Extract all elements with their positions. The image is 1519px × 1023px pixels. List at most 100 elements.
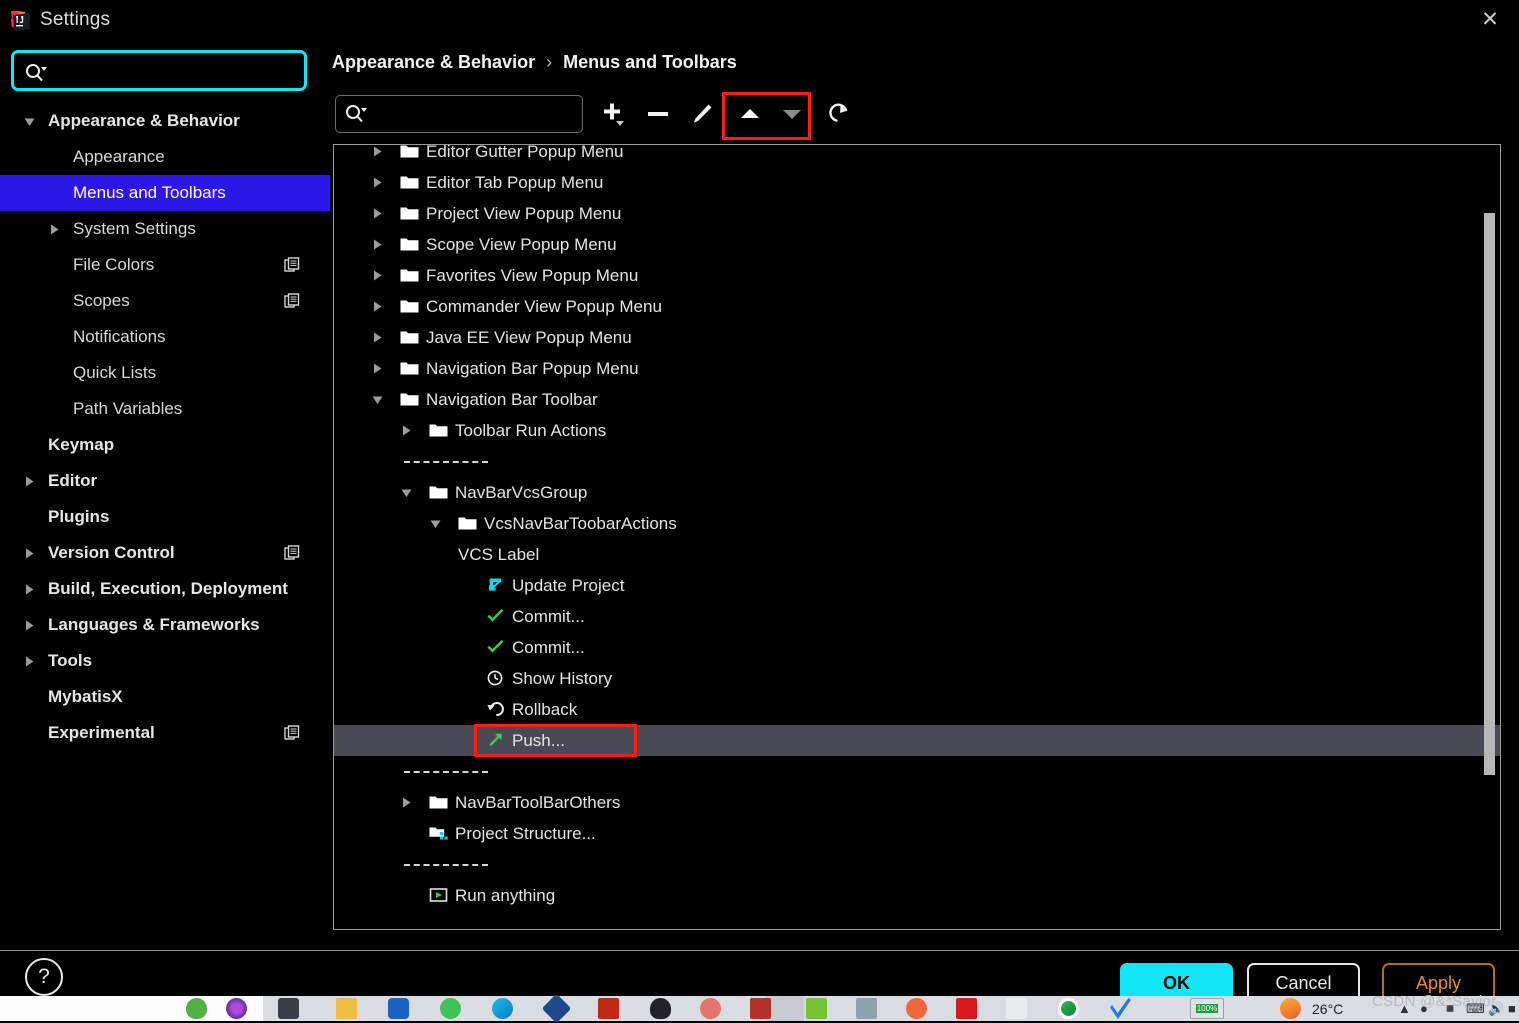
taskbar-icon-app7[interactable] bbox=[856, 998, 877, 1019]
chevron-right-icon[interactable] bbox=[371, 269, 384, 282]
chevron-right-icon[interactable] bbox=[371, 145, 384, 158]
taskbar-icon-file-explorer[interactable] bbox=[336, 998, 357, 1019]
sidebar-item-version-control[interactable]: Version Control bbox=[0, 535, 330, 571]
toolbar-search-input[interactable] bbox=[374, 100, 574, 128]
chevron-right-icon[interactable] bbox=[47, 222, 61, 236]
chevron-down-icon[interactable] bbox=[22, 114, 36, 128]
tree-row[interactable]: Show History bbox=[334, 663, 1500, 694]
move-up-button[interactable] bbox=[728, 92, 772, 136]
remove-button[interactable] bbox=[636, 92, 680, 136]
tree-row[interactable]: Commander View Popup Menu bbox=[334, 291, 1500, 322]
chevron-down-icon[interactable] bbox=[429, 517, 442, 530]
taskbar-icon-app4[interactable] bbox=[650, 998, 671, 1019]
tree-row[interactable]: VcsNavBarToobarActions bbox=[334, 508, 1500, 539]
taskbar-icon-app5[interactable] bbox=[700, 998, 721, 1019]
sidebar-item-keymap[interactable]: Keymap bbox=[0, 427, 330, 463]
tray-keyboard-icon[interactable]: ⌨ bbox=[1466, 1001, 1485, 1017]
sidebar-item-scopes[interactable]: Scopes bbox=[0, 283, 330, 319]
chevron-right-icon[interactable] bbox=[371, 207, 384, 220]
taskbar-icon-weather[interactable] bbox=[1280, 998, 1301, 1019]
sidebar-item-file-colors[interactable]: File Colors bbox=[0, 247, 330, 283]
tree-row[interactable]: Navigation Bar Toolbar bbox=[334, 384, 1500, 415]
taskbar-icon-wps[interactable] bbox=[956, 998, 977, 1019]
copy-settings-icon[interactable] bbox=[284, 545, 300, 561]
sidebar-item-languages-frameworks[interactable]: Languages & Frameworks bbox=[0, 607, 330, 643]
sidebar-item-notifications[interactable]: Notifications bbox=[0, 319, 330, 355]
chevron-right-icon[interactable] bbox=[400, 796, 413, 809]
tray-overflow-icon[interactable]: ■ bbox=[1508, 1001, 1516, 1016]
move-down-button[interactable] bbox=[770, 92, 814, 136]
close-icon[interactable]: ✕ bbox=[1477, 8, 1503, 32]
sidebar-item-build-execution-deployment[interactable]: Build, Execution, Deployment bbox=[0, 571, 330, 607]
chevron-right-icon[interactable] bbox=[371, 238, 384, 251]
taskbar-icon-store[interactable] bbox=[388, 998, 409, 1019]
sidebar-item-system-settings[interactable]: System Settings bbox=[0, 211, 330, 247]
tree-row[interactable]: Favorites View Popup Menu bbox=[334, 260, 1500, 291]
chevron-right-icon[interactable] bbox=[22, 474, 36, 488]
sidebar-search-box[interactable] bbox=[11, 50, 307, 91]
copy-settings-icon[interactable] bbox=[284, 257, 300, 273]
tree-scrollbar[interactable] bbox=[1484, 145, 1498, 929]
taskbar-icon-intellij[interactable] bbox=[750, 998, 771, 1019]
help-icon[interactable]: ? bbox=[25, 958, 63, 996]
copy-settings-icon[interactable] bbox=[284, 725, 300, 741]
taskbar-icon-pdf[interactable] bbox=[598, 998, 619, 1019]
chevron-right-icon[interactable] bbox=[371, 331, 384, 344]
tree-row[interactable]: Run anything bbox=[334, 880, 1500, 911]
tree-row[interactable]: Editor Tab Popup Menu bbox=[334, 167, 1500, 198]
tray-app-icon[interactable]: ● bbox=[1420, 1001, 1428, 1016]
tree-row[interactable]: NavBarToolBarOthers bbox=[334, 787, 1500, 818]
chevron-down-icon[interactable] bbox=[371, 393, 384, 406]
tree-row[interactable]: Commit... bbox=[334, 601, 1500, 632]
taskbar-icon-app11[interactable] bbox=[1110, 998, 1131, 1019]
chevron-right-icon[interactable] bbox=[22, 618, 36, 632]
sidebar-item-path-variables[interactable]: Path Variables bbox=[0, 391, 330, 427]
taskbar-icon-battery-widget[interactable]: 100% bbox=[1190, 998, 1224, 1019]
tree-scrollbar-thumb[interactable] bbox=[1484, 213, 1495, 775]
sidebar-item-plugins[interactable]: Plugins bbox=[0, 499, 330, 535]
sidebar-item-appearance-behavior[interactable]: Appearance & Behavior bbox=[0, 103, 330, 139]
taskbar-icon-taskview[interactable] bbox=[278, 998, 299, 1019]
taskbar-icon-edge[interactable] bbox=[492, 998, 513, 1019]
tree-row[interactable]: Editor Gutter Popup Menu bbox=[334, 145, 1500, 167]
breadcrumb-root[interactable]: Appearance & Behavior bbox=[332, 52, 535, 72]
taskbar-icon-app8[interactable] bbox=[906, 998, 927, 1019]
taskbar-icon-wechat[interactable] bbox=[440, 998, 461, 1019]
sidebar-search-input[interactable] bbox=[56, 58, 296, 86]
tree-row[interactable]: Rollback bbox=[334, 694, 1500, 725]
sidebar-item-appearance[interactable]: Appearance bbox=[0, 139, 330, 175]
tree-row[interactable]: Scope View Popup Menu bbox=[334, 229, 1500, 260]
tray-chevron-up-icon[interactable]: ▲ bbox=[1398, 1001, 1411, 1016]
tree-row[interactable]: NavBarVcsGroup bbox=[334, 477, 1500, 508]
taskbar-icon-app3[interactable] bbox=[541, 993, 572, 1023]
tree-row[interactable]: Toolbar Run Actions bbox=[334, 415, 1500, 446]
sidebar-item-experimental[interactable]: Experimental bbox=[0, 715, 330, 751]
edit-button[interactable] bbox=[680, 92, 724, 136]
chevron-right-icon[interactable] bbox=[371, 176, 384, 189]
tree-row[interactable]: Navigation Bar Popup Menu bbox=[334, 353, 1500, 384]
add-button[interactable] bbox=[592, 92, 636, 136]
taskbar-icon-app1[interactable] bbox=[186, 998, 207, 1019]
chevron-right-icon[interactable] bbox=[400, 424, 413, 437]
taskbar-icon-app10[interactable] bbox=[1058, 998, 1079, 1019]
taskbar-icon-app2[interactable] bbox=[226, 998, 247, 1019]
chevron-right-icon[interactable] bbox=[22, 546, 36, 560]
tree-row[interactable]: Java EE View Popup Menu bbox=[334, 322, 1500, 353]
tree-row[interactable]: Project View Popup Menu bbox=[334, 198, 1500, 229]
tree-row[interactable]: Update Project bbox=[334, 570, 1500, 601]
sidebar-item-menus-and-toolbars[interactable]: Menus and Toolbars bbox=[0, 175, 330, 211]
taskbar-icon-app9[interactable] bbox=[1006, 998, 1027, 1019]
taskbar-icon-app6[interactable] bbox=[806, 998, 827, 1019]
tray-volume-icon[interactable]: 🔊 bbox=[1488, 1001, 1504, 1017]
tree-row[interactable]: Commit... bbox=[334, 632, 1500, 663]
tree-row[interactable]: Project Structure... bbox=[334, 818, 1500, 849]
chevron-right-icon[interactable] bbox=[371, 362, 384, 375]
restore-defaults-button[interactable] bbox=[818, 92, 862, 136]
toolbar-search-box[interactable] bbox=[335, 95, 583, 133]
tray-notification-icon[interactable]: ◾ bbox=[1442, 1001, 1458, 1017]
sidebar-item-tools[interactable]: Tools bbox=[0, 643, 330, 679]
chevron-right-icon[interactable] bbox=[371, 300, 384, 313]
tree-row[interactable]: Push... bbox=[334, 725, 1500, 756]
tree-row[interactable]: VCS Label bbox=[334, 539, 1500, 570]
chevron-down-icon[interactable] bbox=[400, 486, 413, 499]
